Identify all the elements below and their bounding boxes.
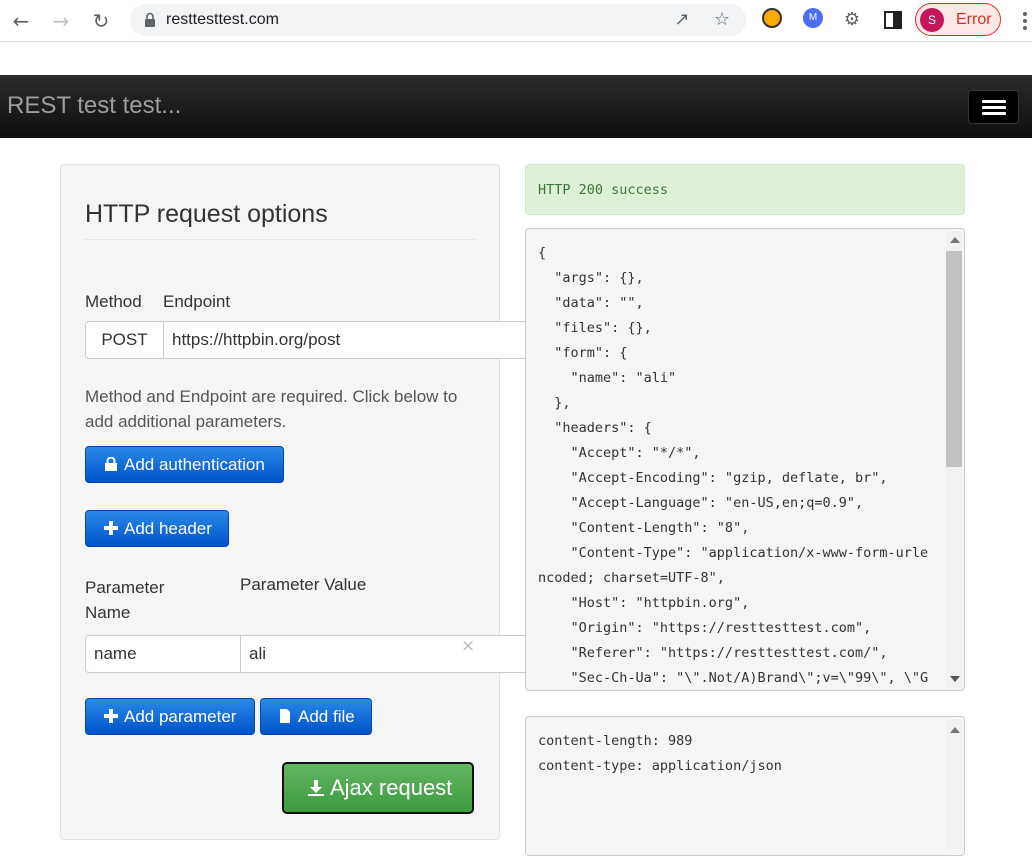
add-parameter-button[interactable]: Add parameter [85,698,255,735]
code-line: "Host": "httpbin.org", [538,595,750,611]
code-line: }, [538,395,571,411]
code-line: "Sec-Ch-Ua": "\".Not/A)Brand\";v=\"99\",… [538,670,929,686]
response-headers[interactable]: content-length: 989 content-type: applica… [525,716,965,856]
code-line: "Referer": "https://resttesttest.com/", [538,645,888,661]
download-icon [308,780,324,796]
panel-title: HTTP request options [85,200,328,228]
avatar: S [920,8,944,32]
code-line: "Accept": "*/*", [538,445,701,461]
add-authentication-label: Add authentication [124,455,265,474]
code-line: "files": {}, [538,320,652,336]
code-line: ncoded; charset=UTF-8", [538,570,725,586]
file-icon [280,709,290,723]
response-headers-scrollbar[interactable] [946,719,962,849]
scroll-up-icon[interactable] [950,237,960,243]
status-alert: HTTP 200 success [525,164,965,215]
address-url[interactable]: resttesttest.com [166,11,279,29]
response-body[interactable]: { "args": {}, "data": "", "files": {}, "… [525,228,965,691]
parameter-value-label: Parameter Value [240,575,367,594]
plus-icon [104,521,118,535]
reload-icon[interactable]: ↻ [87,7,115,35]
endpoint-input[interactable]: https://httpbin.org/post [163,321,525,359]
add-file-button[interactable]: Add file [260,698,372,735]
hamburger-bar [982,106,1006,109]
add-parameter-label: Add parameter [124,707,237,726]
more-menu-icon[interactable] [1018,10,1032,32]
forward-icon[interactable]: → [47,7,75,35]
status-text: HTTP 200 success [538,182,669,198]
code-line: "args": {}, [538,270,644,286]
browser-toolbar: ← → ↻ resttesttest.com ↗ ☆ M ⚙ S Error [0,0,1032,42]
code-line: content-type: application/json [538,758,782,774]
brand-title[interactable]: REST test test... [7,92,181,120]
parameter-value-input[interactable]: ali [240,635,525,673]
ajax-request-label: Ajax request [330,775,453,800]
menu-toggle-button[interactable] [968,90,1019,124]
code-line: { [538,245,547,261]
method-field[interactable]: POST [85,321,164,359]
request-options-panel [60,164,500,840]
lock-icon [105,457,117,471]
code-line: "Accept-Encoding": "gzip, deflate, br", [538,470,888,486]
extension-m-icon[interactable]: M [803,8,823,28]
parameter-name-label: Parameter Name [85,578,165,622]
scroll-down-icon[interactable] [950,676,960,682]
code-line: "headers": { [538,420,652,436]
help-text: Method and Endpoint are required. Click … [85,387,458,431]
code-line: "Accept-Language": "en-US,en;q=0.9", [538,495,864,511]
side-panel-icon[interactable] [883,10,903,30]
code-line: "Content-Length": "8", [538,520,750,536]
code-line: "name": "ali" [538,370,677,386]
scroll-thumb[interactable] [946,251,962,467]
hamburger-icon [982,100,1006,103]
code-line: "Origin": "https://resttesttest.com", [538,620,872,636]
ajax-request-button[interactable]: Ajax request [282,762,474,814]
response-body-scrollbar[interactable] [946,231,962,688]
lock-icon [145,12,155,27]
app-navbar: REST test test... [0,75,1032,138]
code-line: "form": { [538,345,628,361]
extensions-puzzle-icon[interactable]: ⚙ [840,8,864,32]
hamburger-bar [982,112,1006,115]
remove-parameter-icon[interactable]: × [461,636,475,656]
share-icon[interactable]: ↗ [670,8,694,32]
code-line: "Content-Type": "application/x-www-form-… [538,545,929,561]
scroll-up-icon[interactable] [950,727,960,733]
code-line: "data": "", [538,295,644,311]
plus-icon [104,709,118,723]
add-header-label: Add header [124,519,212,538]
add-authentication-button[interactable]: Add authentication [85,446,284,483]
code-line: content-length: 989 [538,733,693,749]
add-file-label: Add file [298,707,355,726]
address-bar[interactable]: resttesttest.com ↗ ☆ [130,4,746,36]
add-header-button[interactable]: Add header [85,510,229,547]
divider [85,239,475,240]
profile-status: Error [956,11,992,28]
bookmark-star-icon[interactable]: ☆ [710,8,734,32]
profile-error-chip[interactable]: S Error [915,3,1001,36]
endpoint-label: Endpoint [163,292,231,311]
parameter-name-input[interactable]: name [85,635,241,673]
back-icon[interactable]: ← [7,7,35,35]
extension-icon[interactable] [762,8,782,28]
method-label: Method [85,292,142,311]
